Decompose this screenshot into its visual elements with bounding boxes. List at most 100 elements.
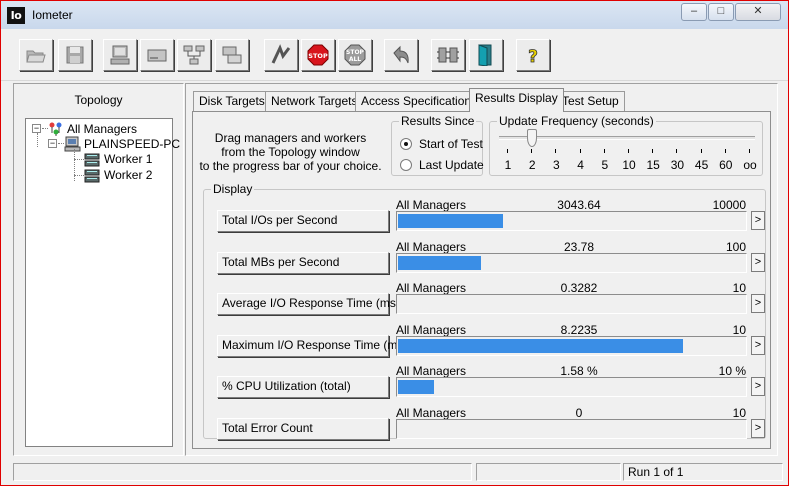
frequency-tick xyxy=(676,149,678,153)
tree-item-worker-2[interactable]: Worker 2 xyxy=(104,168,152,182)
progress-bar[interactable] xyxy=(396,252,747,273)
update-frequency-slider-thumb[interactable] xyxy=(527,129,537,147)
duplicate-worker-button[interactable] xyxy=(215,39,249,71)
save-button[interactable] xyxy=(58,39,92,71)
update-frequency-slider[interactable] xyxy=(499,136,755,140)
about-button[interactable]: ? xyxy=(516,39,550,71)
new-disk-worker-button[interactable] xyxy=(140,39,174,71)
metric-button[interactable]: Maximum I/O Response Time (ms) xyxy=(217,334,407,357)
progress-bar[interactable] xyxy=(396,211,747,231)
new-manager-button[interactable] xyxy=(103,39,137,71)
row-max: 100 xyxy=(725,239,746,254)
status-bar: Run 1 of 1 xyxy=(1,459,788,485)
worker-disk-icon xyxy=(84,169,100,183)
title-bar[interactable]: Io Iometer – □ ✕ xyxy=(1,1,788,29)
minimize-button[interactable]: – xyxy=(681,3,707,21)
new-network-worker-icon xyxy=(183,45,205,65)
status-cell-main xyxy=(13,463,472,481)
start-of-test-label[interactable]: Start of Test xyxy=(419,137,483,151)
tab-results-display[interactable]: Results Display xyxy=(469,88,564,112)
progress-bar-fill xyxy=(398,338,683,353)
row-source-label: All Managers xyxy=(396,198,467,212)
svg-text:ALL: ALL xyxy=(349,56,361,63)
results-since-label: Results Since xyxy=(399,114,477,128)
expand-arrow-button[interactable]: > xyxy=(751,418,765,438)
frequency-tick-label: 5 xyxy=(601,158,609,172)
tab-test-setup[interactable]: Test Setup xyxy=(556,91,625,111)
frequency-tick xyxy=(628,149,629,153)
svg-text:STOP: STOP xyxy=(346,49,365,56)
frequency-tick xyxy=(749,149,750,153)
new-manager-icon xyxy=(110,45,130,65)
results-since-group: Results Since Start of Test Last Update xyxy=(391,114,484,176)
row-source-label: All Managers xyxy=(396,405,467,420)
frequency-tick xyxy=(603,149,605,153)
metric-button[interactable]: Total I/Os per Second xyxy=(217,210,389,232)
frequency-tick xyxy=(555,149,557,153)
last-update-radio[interactable] xyxy=(400,159,412,171)
expand-arrow-button[interactable]: > xyxy=(751,211,765,230)
worker-disk-icon xyxy=(84,153,100,167)
tree-item-worker-1[interactable]: Worker 1 xyxy=(104,152,152,166)
exit-button[interactable] xyxy=(469,39,503,71)
progress-bar-fill xyxy=(398,255,481,270)
maximize-button[interactable]: □ xyxy=(708,3,734,21)
reset-workers-icon xyxy=(393,45,409,64)
tab-access-specifications[interactable]: Access Specifications xyxy=(355,91,484,111)
svg-text:?: ? xyxy=(528,47,538,66)
new-network-worker-button[interactable] xyxy=(177,39,211,71)
update-frequency-label: Update Frequency (seconds) xyxy=(497,114,656,128)
display-group: Display All Managers 3043.64 10000 Total I/… xyxy=(203,182,766,440)
row-max: 10 xyxy=(732,322,746,337)
row-value: 3043.64 xyxy=(557,198,601,212)
progress-bar[interactable] xyxy=(396,418,747,439)
window-title: Iometer xyxy=(32,8,73,22)
start-tests-button[interactable] xyxy=(264,39,298,71)
metric-button[interactable]: Total Error Count xyxy=(217,417,389,440)
metric-button[interactable]: Total MBs per Second xyxy=(217,251,389,274)
open-button[interactable] xyxy=(19,39,53,71)
row-max: 10 xyxy=(732,405,746,420)
toolbar: STOP STOP ALL ? xyxy=(1,29,788,81)
expand-arrow-button[interactable]: > xyxy=(751,377,765,396)
row-value: 1.58 % xyxy=(560,364,598,378)
start-tests-icon xyxy=(271,44,291,64)
reset-workers-button[interactable] xyxy=(384,39,418,71)
stop-button[interactable]: STOP xyxy=(301,39,335,71)
row-source-label: All Managers xyxy=(396,322,467,337)
stop-all-button[interactable]: STOP ALL xyxy=(338,39,372,71)
start-of-test-radio[interactable] xyxy=(400,138,412,150)
frequency-tick-label: 4 xyxy=(577,158,584,172)
expand-arrow-button[interactable]: > xyxy=(751,294,765,313)
progress-bar[interactable] xyxy=(396,294,747,314)
disconnect-button[interactable] xyxy=(431,39,465,71)
tree-item-manager[interactable]: PLAINSPEED-PC xyxy=(84,137,180,151)
progress-bar[interactable] xyxy=(396,377,747,397)
expand-arrow-button[interactable]: > xyxy=(751,252,765,272)
disconnect-icon xyxy=(437,47,459,63)
last-update-label[interactable]: Last Update xyxy=(419,158,484,172)
expand-arrow-button[interactable]: > xyxy=(751,335,765,355)
row-value: 0 xyxy=(575,405,583,420)
instructions-line-3: to the progress bar of your choice. xyxy=(199,159,382,173)
progress-bar-fill xyxy=(398,380,434,394)
exit-icon xyxy=(478,44,492,66)
new-disk-worker-icon xyxy=(147,49,167,62)
close-button[interactable]: ✕ xyxy=(735,3,781,21)
tab-disk-targets[interactable]: Disk Targets xyxy=(193,91,271,111)
metric-button[interactable]: Average I/O Response Time (ms) xyxy=(217,293,400,315)
expand-toggle[interactable]: − xyxy=(48,139,57,148)
stop-icon: STOP xyxy=(307,44,329,66)
topology-tree[interactable]: − All Managers − PLAINSPEED-PC Worker 1 … xyxy=(25,118,180,447)
row-max: 10 xyxy=(732,281,746,295)
tab-network-targets[interactable]: Network Targets xyxy=(265,91,364,111)
row-value: 8.2235 xyxy=(560,322,598,337)
update-frequency-group: Update Frequency (seconds) 1 2 3 4 5 10 15 30 45… xyxy=(489,114,763,176)
tree-item-all-managers[interactable]: All Managers xyxy=(67,122,137,136)
duplicate-worker-icon xyxy=(222,46,242,64)
progress-bar[interactable] xyxy=(396,335,747,356)
metric-button[interactable]: % CPU Utilization (total) xyxy=(217,376,389,398)
expand-toggle[interactable]: − xyxy=(32,124,41,133)
open-icon xyxy=(26,50,46,63)
row-max: 10 % xyxy=(718,364,746,378)
